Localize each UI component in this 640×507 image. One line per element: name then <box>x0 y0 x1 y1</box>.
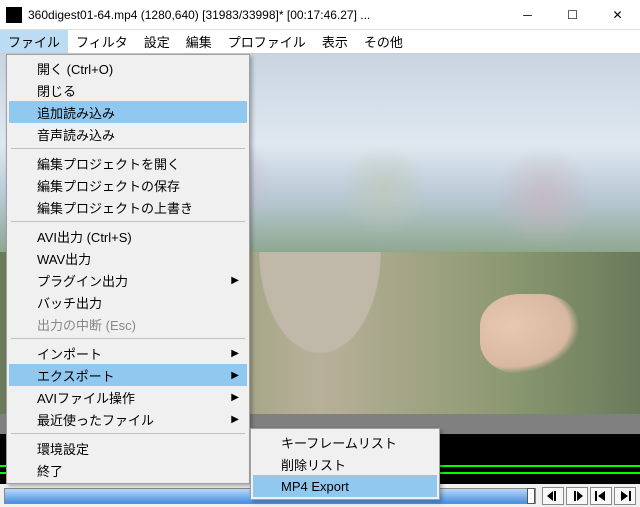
menu-profile[interactable]: プロファイル <box>220 30 314 53</box>
menu-item-avi-ops[interactable]: AVIファイル操作 ▶ <box>9 386 247 408</box>
submenu-item-mp4-export[interactable]: MP4 Export <box>253 475 437 497</box>
menu-filter[interactable]: フィルタ <box>68 30 136 53</box>
prev-frame-button[interactable] <box>542 487 564 505</box>
close-button[interactable]: ✕ <box>595 0 640 30</box>
menu-file[interactable]: ファイル <box>0 30 68 53</box>
menu-item-plugin-out[interactable]: プラグイン出力 ▶ <box>9 269 247 291</box>
menu-item-overwrite-project[interactable]: 編集プロジェクトの上書き <box>9 196 247 218</box>
menu-item-quit[interactable]: 終了 <box>9 459 247 481</box>
label: インポート <box>37 344 102 363</box>
menu-settings[interactable]: 設定 <box>136 30 178 53</box>
app-icon <box>6 7 22 23</box>
window-title: 360digest01-64.mp4 (1280,640) [31983/339… <box>28 8 505 22</box>
separator <box>11 221 245 222</box>
separator <box>11 338 245 339</box>
chevron-right-icon: ▶ <box>231 370 239 381</box>
label: 最近使ったファイル <box>37 410 154 429</box>
menu-item-wav-out[interactable]: WAV出力 <box>9 247 247 269</box>
workspace: 開く (Ctrl+O) 閉じる 追加読み込み 音声読み込み 編集プロジェクトを開… <box>0 54 640 507</box>
label: プラグイン出力 <box>37 271 128 290</box>
menu-item-import[interactable]: インポート ▶ <box>9 342 247 364</box>
chevron-right-icon: ▶ <box>231 392 239 403</box>
maximize-button[interactable]: ☐ <box>550 0 595 30</box>
menu-edit[interactable]: 編集 <box>178 30 220 53</box>
menu-item-save-project[interactable]: 編集プロジェクトの保存 <box>9 174 247 196</box>
menu-item-export[interactable]: エクスポート ▶ <box>9 364 247 386</box>
menu-item-append[interactable]: 追加読み込み <box>9 101 247 123</box>
last-frame-button[interactable] <box>614 487 636 505</box>
menu-item-audio[interactable]: 音声読み込み <box>9 123 247 145</box>
menu-item-open[interactable]: 開く (Ctrl+O) <box>9 57 247 79</box>
menu-item-open-project[interactable]: 編集プロジェクトを開く <box>9 152 247 174</box>
menu-item-batch-out[interactable]: バッチ出力 <box>9 291 247 313</box>
file-menu-dropdown: 開く (Ctrl+O) 閉じる 追加読み込み 音声読み込み 編集プロジェクトを開… <box>6 54 250 484</box>
chevron-right-icon: ▶ <box>231 348 239 359</box>
label: AVIファイル操作 <box>37 388 135 407</box>
first-frame-button[interactable] <box>590 487 612 505</box>
label: エクスポート <box>37 366 115 385</box>
menu-item-recent[interactable]: 最近使ったファイル ▶ <box>9 408 247 430</box>
minimize-button[interactable]: ─ <box>505 0 550 30</box>
chevron-right-icon: ▶ <box>231 275 239 286</box>
menu-item-prefs[interactable]: 環境設定 <box>9 437 247 459</box>
menu-other[interactable]: その他 <box>356 30 411 53</box>
submenu-item-keyframe[interactable]: キーフレームリスト <box>253 431 437 453</box>
menubar: ファイル フィルタ 設定 編集 プロファイル 表示 その他 <box>0 30 640 54</box>
titlebar: 360digest01-64.mp4 (1280,640) [31983/339… <box>0 0 640 30</box>
next-frame-button[interactable] <box>566 487 588 505</box>
separator <box>11 433 245 434</box>
menu-item-cancel-out: 出力の中断 (Esc) <box>9 313 247 335</box>
export-submenu: キーフレームリスト 削除リスト MP4 Export <box>250 428 440 500</box>
menu-item-avi-out[interactable]: AVI出力 (Ctrl+S) <box>9 225 247 247</box>
menu-view[interactable]: 表示 <box>314 30 356 53</box>
submenu-item-dellist[interactable]: 削除リスト <box>253 453 437 475</box>
separator <box>11 148 245 149</box>
chevron-right-icon: ▶ <box>231 414 239 425</box>
menu-item-close[interactable]: 閉じる <box>9 79 247 101</box>
